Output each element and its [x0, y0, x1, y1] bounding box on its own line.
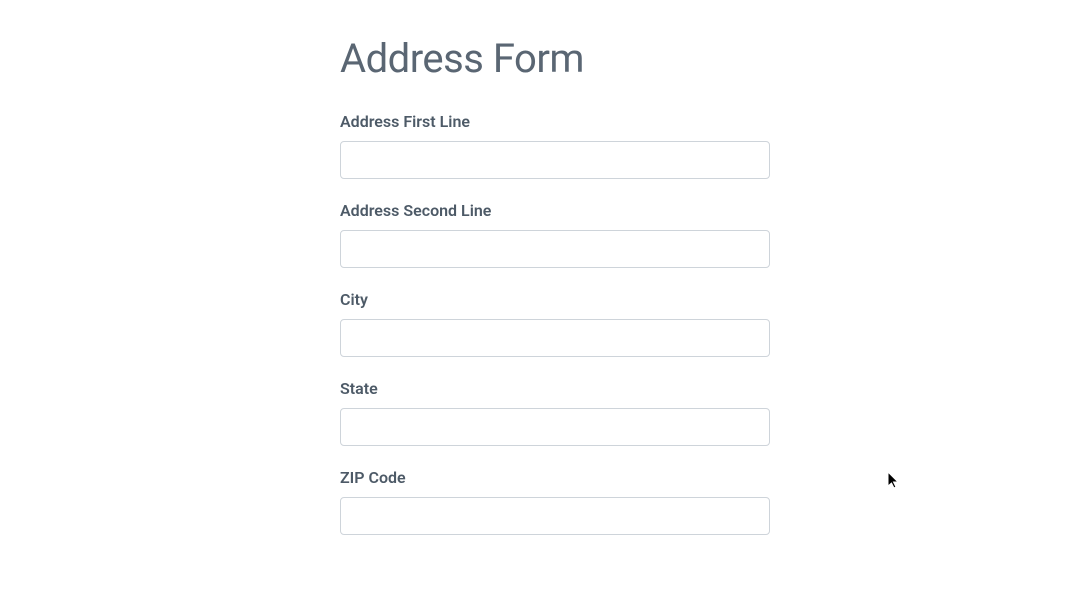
input-city[interactable]	[340, 319, 770, 357]
input-state[interactable]	[340, 408, 770, 446]
label-address1: Address First Line	[340, 112, 770, 131]
form-group-address1: Address First Line	[340, 112, 770, 179]
input-address1[interactable]	[340, 141, 770, 179]
form-group-address2: Address Second Line	[340, 201, 770, 268]
label-city: City	[340, 290, 770, 309]
label-address2: Address Second Line	[340, 201, 770, 220]
label-zip: ZIP Code	[340, 468, 770, 487]
cursor-icon	[888, 472, 900, 490]
input-address2[interactable]	[340, 230, 770, 268]
form-group-city: City	[340, 290, 770, 357]
input-zip[interactable]	[340, 497, 770, 535]
form-container: Address Form Address First Line Address …	[340, 0, 770, 535]
form-group-zip: ZIP Code	[340, 468, 770, 535]
page-title: Address Form	[340, 35, 770, 82]
form-group-state: State	[340, 379, 770, 446]
label-state: State	[340, 379, 770, 398]
